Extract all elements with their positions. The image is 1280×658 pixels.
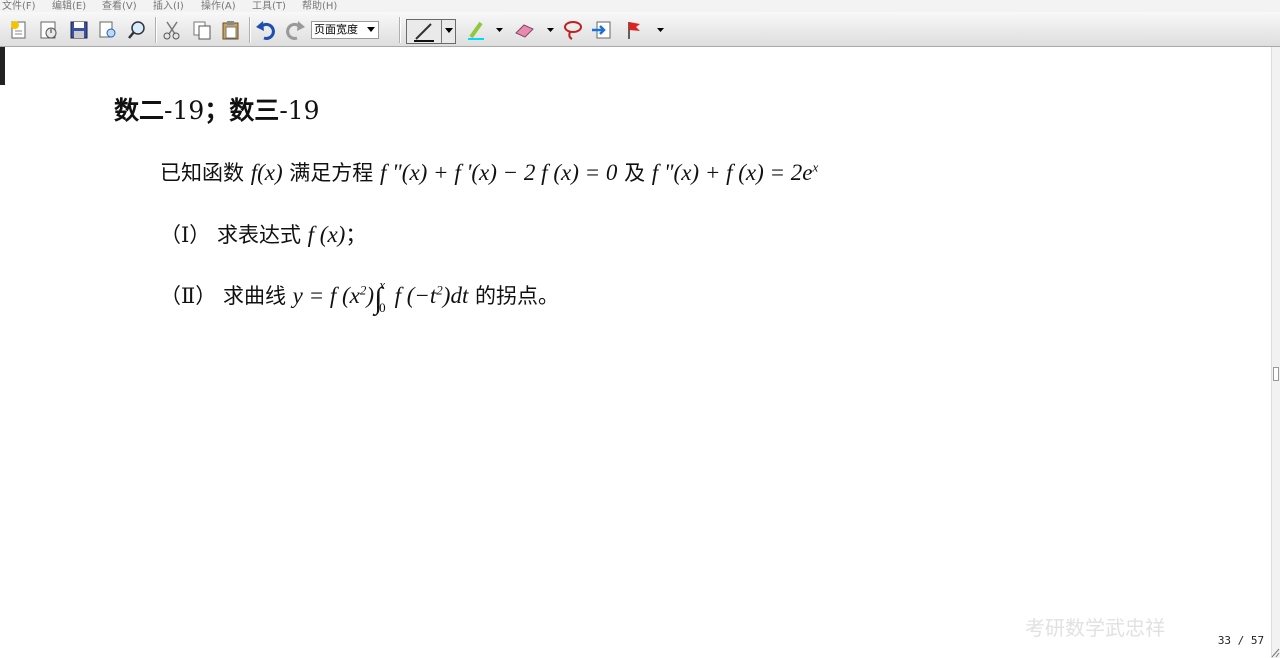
eraser-icon[interactable] xyxy=(513,19,535,41)
menu-actions[interactable]: 操作(A) xyxy=(201,0,236,12)
menu-insert[interactable]: 插入(I) xyxy=(153,0,184,12)
chevron-down-icon[interactable] xyxy=(445,28,453,34)
new-page-icon[interactable] xyxy=(8,19,30,41)
part1-math: f (x) xyxy=(307,222,346,247)
menu-tools[interactable]: 工具(T) xyxy=(252,0,286,12)
part2-expr-a: y = f (x xyxy=(292,283,360,308)
open-icon[interactable] xyxy=(38,19,60,41)
math-equation-2: f "(x) + f (x) = 2ex xyxy=(651,159,819,185)
menu-view[interactable]: 查看(V) xyxy=(102,0,137,12)
problem-statement: 已知函数 f(x) 满足方程 f "(x) + f '(x) − 2 f (x)… xyxy=(160,157,818,187)
title-part1: 数二 xyxy=(114,96,165,125)
zoom-select[interactable]: 页面宽度 xyxy=(311,21,379,39)
save-icon[interactable] xyxy=(68,19,90,41)
part2-text: 求曲线 xyxy=(222,284,286,308)
chevron-down-icon[interactable] xyxy=(546,26,555,35)
watermark: 考研数学武忠祥 xyxy=(1025,616,1165,640)
math-equation-2-body: f "(x) + f (x) = 2e xyxy=(651,160,813,185)
undo-icon[interactable] xyxy=(255,19,277,41)
part-2: （Ⅱ） 求曲线 y = f (x2)∫x0 f (−t2)dt 的拐点。 xyxy=(160,277,560,315)
toolbar-separator xyxy=(155,17,157,43)
title-num2: -19 xyxy=(279,96,320,125)
page-title: 数二-19；数三-19 xyxy=(114,91,320,127)
toolbar-separator xyxy=(249,17,251,43)
cut-icon[interactable] xyxy=(161,19,183,41)
title-num1: -19 xyxy=(164,96,205,125)
copy-icon[interactable] xyxy=(191,19,213,41)
chevron-down-icon[interactable] xyxy=(495,26,504,35)
print-preview-icon[interactable] xyxy=(97,19,119,41)
part2-math: y = f (x2)∫x0 f (−t2)dt xyxy=(292,277,469,315)
insert-space-icon[interactable] xyxy=(591,19,613,41)
page-indicator: 33 / 57 xyxy=(1217,631,1265,651)
zoom-value: 页面宽度 xyxy=(314,23,358,36)
part2-expr-b: ) xyxy=(366,283,375,308)
part2-label: （Ⅱ） xyxy=(160,284,217,308)
problem-and: 及 xyxy=(624,161,646,185)
pen-icon xyxy=(414,23,434,42)
flag-icon[interactable] xyxy=(624,19,646,41)
note-page[interactable]: 数二-19；数三-19 已知函数 f(x) 满足方程 f "(x) + f '(… xyxy=(0,47,1272,658)
title-separator: ； xyxy=(204,96,230,125)
menu-bar: 文件(F) 编辑(E) 查看(V) 插入(I) 操作(A) 工具(T) 帮助(H… xyxy=(0,0,1280,12)
part2-expr-d: )dt xyxy=(442,283,469,308)
part1-label: （Ⅰ） xyxy=(160,223,211,247)
title-part2: 数三 xyxy=(229,96,280,125)
part2-end: 的拐点。 xyxy=(475,284,560,308)
menu-help[interactable]: 帮助(H) xyxy=(302,0,337,12)
menu-file[interactable]: 文件(F) xyxy=(2,0,36,12)
resize-grip-icon[interactable] xyxy=(1270,646,1280,658)
integral-upper-limit: x xyxy=(379,277,386,292)
part1-text: 求表达式 xyxy=(216,223,301,247)
scroll-thumb[interactable] xyxy=(1273,367,1279,381)
vertical-scrollbar[interactable] xyxy=(1271,47,1280,658)
math-exponent: x xyxy=(812,159,819,175)
paste-icon[interactable] xyxy=(220,19,242,41)
problem-intro: 已知函数 xyxy=(160,161,244,185)
part-1: （Ⅰ） 求表达式 f (x)； xyxy=(160,219,366,249)
pen-tool-button[interactable] xyxy=(406,19,456,44)
chevron-down-icon[interactable] xyxy=(656,26,665,35)
lasso-icon[interactable] xyxy=(562,19,584,41)
find-icon[interactable] xyxy=(126,19,148,41)
math-fx: f(x) xyxy=(250,160,283,185)
pen-dropdown-divider xyxy=(441,20,442,43)
part2-expr-c: f (−t xyxy=(394,283,437,308)
highlighter-icon[interactable] xyxy=(465,19,487,41)
problem-mid: 满足方程 xyxy=(289,161,374,185)
toolbar: 页面宽度 xyxy=(0,12,1280,47)
math-equation-1: f "(x) + f '(x) − 2 f (x) = 0 xyxy=(379,160,618,185)
part1-end: ； xyxy=(345,223,367,247)
toolbar-separator xyxy=(399,17,401,43)
redo-icon[interactable] xyxy=(284,19,306,41)
integral-lower-limit: 0 xyxy=(379,300,386,315)
chevron-down-icon xyxy=(367,27,375,32)
menu-edit[interactable]: 编辑(E) xyxy=(52,0,86,12)
